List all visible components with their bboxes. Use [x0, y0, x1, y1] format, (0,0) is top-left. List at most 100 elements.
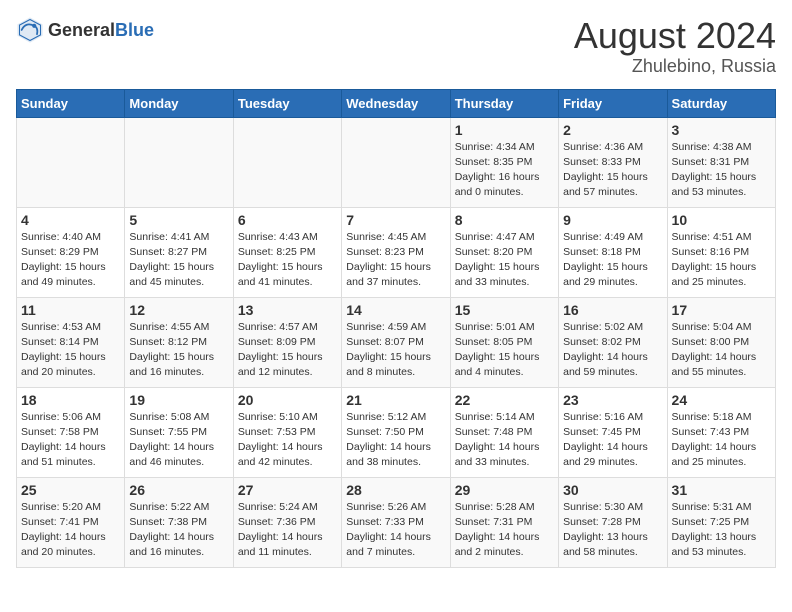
table-row: 1Sunrise: 4:34 AMSunset: 8:35 PMDaylight… [450, 117, 558, 207]
day-number: 28 [346, 482, 445, 498]
table-row: 18Sunrise: 5:06 AMSunset: 7:58 PMDayligh… [17, 387, 125, 477]
col-tuesday: Tuesday [233, 89, 341, 117]
day-info: Sunrise: 4:53 AMSunset: 8:14 PMDaylight:… [21, 320, 120, 381]
col-thursday: Thursday [450, 89, 558, 117]
table-row [17, 117, 125, 207]
day-info: Sunrise: 5:28 AMSunset: 7:31 PMDaylight:… [455, 500, 554, 561]
day-number: 27 [238, 482, 337, 498]
table-row: 3 Sunrise: 4:38 AMSunset: 8:31 PMDaylight… [667, 117, 775, 207]
day-number: 16 [563, 302, 662, 318]
day-number: 11 [21, 302, 120, 318]
day-info: Sunrise: 4:47 AMSunset: 8:20 PMDaylight:… [455, 230, 554, 291]
table-row: 6 Sunrise: 4:43 AMSunset: 8:25 PMDaylight… [233, 207, 341, 297]
col-monday: Monday [125, 89, 233, 117]
day-info: Sunrise: 5:08 AMSunset: 7:55 PMDaylight:… [129, 410, 228, 471]
calendar-week-row: 25 Sunrise: 5:20 AMSunset: 7:41 PMDayligh… [17, 477, 776, 567]
table-row: 17Sunrise: 5:04 AMSunset: 8:00 PMDayligh… [667, 297, 775, 387]
day-number: 7 [346, 212, 445, 228]
day-info: Sunrise: 5:04 AMSunset: 8:00 PMDaylight:… [672, 320, 771, 381]
day-info: Sunrise: 4:49 AMSunset: 8:18 PMDaylight:… [563, 230, 662, 291]
table-row: 26 Sunrise: 5:22 AMSunset: 7:38 PMDayligh… [125, 477, 233, 567]
day-number: 6 [238, 212, 337, 228]
day-number: 8 [455, 212, 554, 228]
table-row [125, 117, 233, 207]
table-row: 12 Sunrise: 4:55 AMSunset: 8:12 PMDayligh… [125, 297, 233, 387]
day-number: 30 [563, 482, 662, 498]
day-info: Sunrise: 4:40 AMSunset: 8:29 PMDaylight:… [21, 230, 120, 291]
day-info: Sunrise: 4:55 AMSunset: 8:12 PMDaylight:… [129, 320, 228, 381]
calendar-week-row: 1Sunrise: 4:34 AMSunset: 8:35 PMDaylight… [17, 117, 776, 207]
day-info: Sunrise: 4:43 AMSunset: 8:25 PMDaylight:… [238, 230, 337, 291]
table-row: 13Sunrise: 4:57 AMSunset: 8:09 PMDayligh… [233, 297, 341, 387]
day-number: 5 [129, 212, 228, 228]
day-info: Sunrise: 5:14 AMSunset: 7:48 PMDaylight:… [455, 410, 554, 471]
calendar-week-row: 4 Sunrise: 4:40 AMSunset: 8:29 PMDaylight… [17, 207, 776, 297]
day-number: 31 [672, 482, 771, 498]
day-number: 10 [672, 212, 771, 228]
day-info: Sunrise: 4:36 AMSunset: 8:33 PMDaylight:… [563, 140, 662, 201]
calendar-week-row: 11 Sunrise: 4:53 AMSunset: 8:14 PMDayligh… [17, 297, 776, 387]
day-info: Sunrise: 4:38 AMSunset: 8:31 PMDaylight:… [672, 140, 771, 201]
day-number: 25 [21, 482, 120, 498]
day-number: 22 [455, 392, 554, 408]
table-row [233, 117, 341, 207]
logo-icon [16, 16, 44, 44]
table-row: 29 Sunrise: 5:28 AMSunset: 7:31 PMDayligh… [450, 477, 558, 567]
day-number: 23 [563, 392, 662, 408]
subtitle: Zhulebino, Russia [574, 56, 776, 77]
day-info: Sunrise: 4:45 AMSunset: 8:23 PMDaylight:… [346, 230, 445, 291]
day-number: 20 [238, 392, 337, 408]
table-row: 7 Sunrise: 4:45 AMSunset: 8:23 PMDaylight… [342, 207, 450, 297]
col-friday: Friday [559, 89, 667, 117]
day-info: Sunrise: 5:26 AMSunset: 7:33 PMDaylight:… [346, 500, 445, 561]
day-number: 3 [672, 122, 771, 138]
table-row: 4 Sunrise: 4:40 AMSunset: 8:29 PMDaylight… [17, 207, 125, 297]
logo: GeneralBlue [16, 16, 154, 44]
day-number: 24 [672, 392, 771, 408]
day-number: 19 [129, 392, 228, 408]
col-sunday: Sunday [17, 89, 125, 117]
day-info: Sunrise: 5:10 AMSunset: 7:53 PMDaylight:… [238, 410, 337, 471]
day-info: Sunrise: 5:22 AMSunset: 7:38 PMDaylight:… [129, 500, 228, 561]
table-row: 2Sunrise: 4:36 AMSunset: 8:33 PMDaylight… [559, 117, 667, 207]
logo-blue: Blue [115, 20, 154, 40]
day-number: 12 [129, 302, 228, 318]
day-info: Sunrise: 5:31 AMSunset: 7:25 PMDaylight:… [672, 500, 771, 561]
day-info: Sunrise: 5:20 AMSunset: 7:41 PMDaylight:… [21, 500, 120, 561]
table-row [342, 117, 450, 207]
day-number: 4 [21, 212, 120, 228]
day-info: Sunrise: 4:59 AMSunset: 8:07 PMDaylight:… [346, 320, 445, 381]
table-row: 11 Sunrise: 4:53 AMSunset: 8:14 PMDayligh… [17, 297, 125, 387]
day-number: 26 [129, 482, 228, 498]
calendar-header-row: Sunday Monday Tuesday Wednesday Thursday… [17, 89, 776, 117]
day-info: Sunrise: 5:30 AMSunset: 7:28 PMDaylight:… [563, 500, 662, 561]
page-header: GeneralBlue August 2024 Zhulebino, Russi… [16, 16, 776, 77]
table-row: 15 Sunrise: 5:01 AMSunset: 8:05 PMDayligh… [450, 297, 558, 387]
table-row: 24 Sunrise: 5:18 AMSunset: 7:43 PMDayligh… [667, 387, 775, 477]
table-row: 9 Sunrise: 4:49 AMSunset: 8:18 PMDaylight… [559, 207, 667, 297]
day-number: 14 [346, 302, 445, 318]
day-info: Sunrise: 5:01 AMSunset: 8:05 PMDaylight:… [455, 320, 554, 381]
table-row: 31 Sunrise: 5:31 AMSunset: 7:25 PMDayligh… [667, 477, 775, 567]
day-info: Sunrise: 5:12 AMSunset: 7:50 PMDaylight:… [346, 410, 445, 471]
day-number: 18 [21, 392, 120, 408]
table-row: 22 Sunrise: 5:14 AMSunset: 7:48 PMDayligh… [450, 387, 558, 477]
table-row: 16Sunrise: 5:02 AMSunset: 8:02 PMDayligh… [559, 297, 667, 387]
day-info: Sunrise: 4:51 AMSunset: 8:16 PMDaylight:… [672, 230, 771, 291]
day-info: Sunrise: 5:18 AMSunset: 7:43 PMDaylight:… [672, 410, 771, 471]
table-row: 25 Sunrise: 5:20 AMSunset: 7:41 PMDayligh… [17, 477, 125, 567]
day-number: 9 [563, 212, 662, 228]
table-row: 19 Sunrise: 5:08 AMSunset: 7:55 PMDayligh… [125, 387, 233, 477]
day-number: 29 [455, 482, 554, 498]
table-row: 20 Sunrise: 5:10 AMSunset: 7:53 PMDayligh… [233, 387, 341, 477]
day-info: Sunrise: 5:24 AMSunset: 7:36 PMDaylight:… [238, 500, 337, 561]
day-info: Sunrise: 5:16 AMSunset: 7:45 PMDaylight:… [563, 410, 662, 471]
table-row: 8 Sunrise: 4:47 AMSunset: 8:20 PMDaylight… [450, 207, 558, 297]
table-row: 5 Sunrise: 4:41 AMSunset: 8:27 PMDaylight… [125, 207, 233, 297]
calendar-week-row: 18Sunrise: 5:06 AMSunset: 7:58 PMDayligh… [17, 387, 776, 477]
day-info: Sunrise: 4:41 AMSunset: 8:27 PMDaylight:… [129, 230, 228, 291]
table-row: 21Sunrise: 5:12 AMSunset: 7:50 PMDayligh… [342, 387, 450, 477]
logo-text: GeneralBlue [48, 20, 154, 41]
day-number: 15 [455, 302, 554, 318]
logo-general: General [48, 20, 115, 40]
